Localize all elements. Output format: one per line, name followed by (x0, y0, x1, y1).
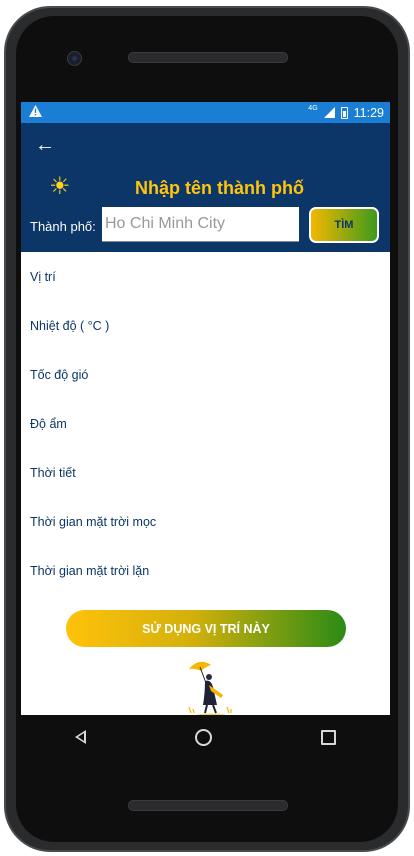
status-bar: 4G 11:29 (21, 102, 390, 123)
info-location: Vị trí (30, 269, 56, 284)
status-time: 11:29 (353, 105, 384, 120)
network-type: 4G (308, 105, 318, 112)
arrow-left-icon[interactable]: ← (35, 135, 55, 155)
info-sunrise: Thời gian mặt trời mọc (30, 514, 157, 529)
weather-info-list: Vị trí Nhiệt độ ( °C ) Tốc độ gió Độ ẩm … (21, 252, 390, 595)
app-header: ← ☀ Nhập tên thành phố Thành phố: TÌM (21, 123, 390, 252)
earpiece-speaker (128, 52, 288, 63)
nav-recent-apps-icon[interactable] (320, 729, 336, 745)
signal-icon (323, 107, 335, 118)
status-indicators: 4G 11:29 (308, 105, 384, 120)
nav-back-icon[interactable] (75, 730, 87, 744)
bottom-speaker (128, 800, 288, 811)
phone-device: 4G 11:29 ← ☀ Nhập tên thành phố Thành ph… (0, 0, 414, 856)
info-humidity: Độ ẩm (30, 416, 67, 431)
info-weather: Thời tiết (30, 465, 76, 480)
battery-icon (340, 106, 348, 119)
system-nav-bar (21, 715, 390, 759)
page-title: Nhập tên thành phố (135, 178, 304, 198)
app-screen: 4G 11:29 ← ☀ Nhập tên thành phố Thành ph… (21, 102, 390, 715)
info-wind-speed: Tốc độ gió (30, 367, 89, 382)
search-button[interactable]: TÌM (309, 207, 379, 243)
warning-icon (29, 105, 42, 120)
info-sunset: Thời gian mặt trời lặn (30, 563, 150, 578)
nav-home-icon[interactable] (194, 728, 212, 746)
front-camera (67, 51, 82, 66)
use-location-button[interactable]: SỬ DỤNG VỊ TRÍ NÀY (66, 610, 346, 647)
city-input[interactable] (102, 207, 299, 242)
info-temperature: Nhiệt độ ( °C ) (30, 318, 110, 333)
city-label: Thành phố: (30, 219, 96, 234)
woman-with-umbrella-icon (181, 657, 241, 715)
